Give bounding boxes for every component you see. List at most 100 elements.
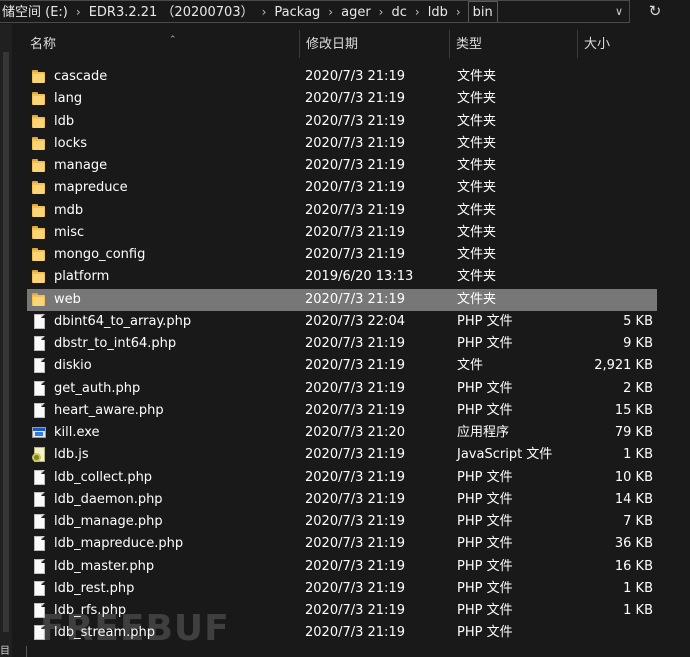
column-header-size[interactable]: 大小 (578, 30, 662, 58)
file-name: web (54, 291, 81, 307)
file-row[interactable]: ldb 2020/7/3 21:19 文件夹 (27, 111, 657, 133)
file-date: 2020/7/3 21:19 (305, 158, 405, 173)
file-size: 16 KB (614, 558, 653, 574)
file-size: 1 KB (623, 603, 653, 618)
file-type: PHP 文件 (457, 514, 513, 529)
file-type: 文件 (457, 358, 484, 374)
left-scrollbar-thumb[interactable] (3, 52, 9, 632)
file-type: 文件夹 (457, 202, 497, 218)
file-row[interactable]: manage 2020/7/3 21:19 文件夹 (27, 155, 657, 177)
column-name-label: 名称 (30, 37, 57, 52)
file-date: 2020/7/3 21:19 (305, 402, 405, 418)
file-date: 2020/7/3 21:19 (305, 491, 405, 507)
file-row[interactable]: web 2020/7/3 21:19 文件夹 (27, 288, 657, 311)
column-header-type[interactable]: 类型 (450, 30, 578, 58)
file-date: 2020/7/3 21:19 (305, 625, 405, 641)
file-size: 79 KB (614, 425, 653, 440)
file-date: 2020/7/3 21:19 (305, 469, 405, 485)
breadcrumb-segment[interactable]: EDR3.2.21 （20200703） (86, 2, 257, 22)
file-type: PHP 文件 (457, 469, 513, 485)
breadcrumb-segment[interactable]: ldb (425, 2, 451, 22)
file-icon (32, 469, 46, 486)
file-name: platform (54, 269, 110, 285)
column-date-label: 修改日期 (306, 37, 359, 52)
file-row[interactable]: kill.exe 2020/7/3 21:20 应用程序 79 KB (27, 422, 657, 444)
column-header: 名称 ⌃ 修改日期 类型 大小 (12, 30, 662, 58)
file-row[interactable]: platform 2019/6/20 13:13 文件夹 (27, 266, 657, 288)
file-date: 2020/7/3 21:19 (305, 447, 405, 463)
file-type: PHP 文件 (457, 380, 513, 396)
breadcrumb-segment[interactable]: ager (338, 2, 374, 22)
file-row[interactable]: heart_aware.php 2020/7/3 21:19 PHP 文件 15 KB (27, 400, 657, 422)
file-row[interactable]: ldb_collect.php 2020/7/3 21:19 PHP 文件 10 KB (27, 467, 657, 489)
file-type: 文件夹 (457, 224, 497, 240)
file-row[interactable]: diskio 2020/7/3 21:19 文件 2,921 KB (27, 355, 657, 377)
file-name: kill.exe (54, 425, 100, 440)
left-scrollbar[interactable] (0, 24, 12, 657)
breadcrumb-separator-icon[interactable]: › (374, 2, 389, 22)
breadcrumb-separator-icon[interactable]: › (71, 2, 86, 22)
file-row[interactable]: mongo_config 2020/7/3 21:19 文件夹 (27, 244, 657, 266)
file-row[interactable]: ldb_master.php 2020/7/3 21:19 PHP 文件 16 KB (27, 556, 657, 578)
folder-icon (32, 136, 46, 152)
file-type: PHP 文件 (457, 313, 513, 329)
file-name: ldb_master.php (54, 558, 155, 574)
folder-icon (32, 158, 46, 174)
breadcrumb-separator-icon[interactable]: › (410, 2, 425, 22)
chevron-down-icon[interactable]: ∨ (608, 0, 630, 23)
file-name: mapreduce (54, 180, 128, 196)
file-type: 文件夹 (457, 69, 497, 84)
file-row[interactable]: cascade 2020/7/3 21:19 文件夹 (27, 66, 657, 88)
file-row[interactable]: misc 2020/7/3 21:19 文件夹 (27, 222, 657, 244)
file-row[interactable]: ldb_manage.php 2020/7/3 21:19 PHP 文件 7 KB (27, 511, 657, 533)
column-header-name[interactable]: 名称 ⌃ (24, 30, 300, 58)
file-row[interactable]: lang 2020/7/3 21:19 文件夹 (27, 88, 657, 110)
file-name: ldb_collect.php (54, 469, 153, 485)
file-size: 9 KB (623, 336, 653, 351)
file-type: 文件夹 (457, 135, 497, 151)
file-row[interactable]: mapreduce 2020/7/3 21:19 文件夹 (27, 177, 657, 199)
file-type: 应用程序 (457, 425, 510, 440)
file-name: ldb_manage.php (54, 514, 163, 529)
breadcrumb-separator-icon[interactable]: › (257, 2, 272, 22)
file-size: 2,921 KB (594, 358, 653, 374)
file-date: 2020/7/3 21:19 (305, 603, 405, 618)
file-icon (32, 580, 46, 597)
file-size: 5 KB (623, 313, 653, 329)
file-name: ldb_mapreduce.php (54, 536, 184, 552)
breadcrumb-segment[interactable]: 储空间 (E:) (0, 2, 71, 22)
file-name: ldb_daemon.php (54, 491, 163, 507)
column-header-date[interactable]: 修改日期 (300, 30, 450, 58)
file-row[interactable]: locks 2020/7/3 21:19 文件夹 (27, 133, 657, 155)
file-size: 1 KB (623, 580, 653, 596)
file-icon (32, 491, 46, 508)
file-name: dbint64_to_array.php (54, 313, 192, 329)
breadcrumb-segment[interactable]: bin (467, 1, 498, 22)
file-type: 文件夹 (457, 247, 497, 262)
file-row[interactable]: mdb 2020/7/3 21:19 文件夹 (27, 200, 657, 222)
file-row[interactable]: dbstr_to_int64.php 2020/7/3 21:19 PHP 文件 9 … (27, 333, 657, 355)
exe-icon (32, 425, 46, 441)
file-date: 2020/7/3 21:19 (305, 202, 405, 218)
file-row[interactable]: ldb.js 2020/7/3 21:19 JavaScript 文件 1 KB (27, 444, 657, 466)
breadcrumb-separator-icon[interactable]: › (323, 2, 338, 22)
file-name: locks (54, 135, 88, 151)
file-name: cascade (54, 69, 108, 84)
file-row[interactable]: dbint64_to_array.php 2020/7/3 22:04 PHP 文件… (27, 311, 657, 333)
breadcrumb-separator-icon[interactable]: › (451, 2, 466, 22)
file-icon (32, 514, 46, 530)
folder-icon (32, 91, 46, 107)
file-row[interactable]: ldb_daemon.php 2020/7/3 21:19 PHP 文件 14 KB (27, 489, 657, 511)
file-row[interactable]: get_auth.php 2020/7/3 21:19 PHP 文件 2 KB (27, 378, 657, 400)
file-name: mdb (54, 202, 84, 218)
address-path[interactable]: 储空间 (E:) › EDR3.2.21 （20200703） › Packag › age… (0, 0, 630, 23)
file-row[interactable]: ldb_mapreduce.php 2020/7/3 21:19 PHP 文件 36 … (27, 533, 657, 555)
breadcrumb-segment[interactable]: dc (388, 2, 409, 22)
file-date: 2020/7/3 21:19 (305, 380, 405, 396)
file-type: 文件夹 (457, 113, 497, 129)
file-row[interactable]: ldb_rest.php 2020/7/3 21:19 PHP 文件 1 KB (27, 578, 657, 600)
breadcrumb-segment[interactable]: Packag (271, 2, 323, 22)
refresh-icon[interactable]: ↻ (640, 0, 670, 23)
file-type: PHP 文件 (457, 336, 513, 351)
file-date: 2020/7/3 21:19 (305, 558, 405, 574)
